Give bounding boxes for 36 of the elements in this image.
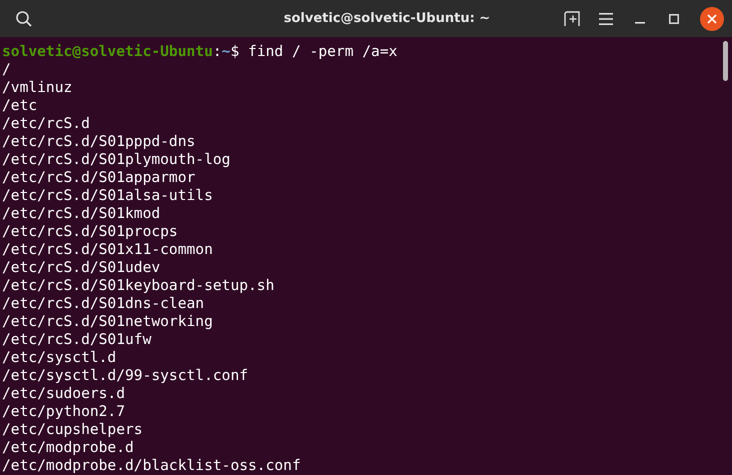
output-line: /vmlinuz: [2, 79, 74, 97]
maximize-icon: [669, 14, 679, 24]
output-line: /etc/sudoers.d: [2, 385, 126, 403]
minimize-icon: [635, 22, 645, 24]
close-icon: [707, 14, 717, 24]
output-line: /etc/rcS.d/S01alsa-utils: [2, 187, 214, 205]
new-tab-icon: [564, 10, 580, 26]
output-line: /etc/sysctl.d/99-sysctl.conf: [2, 367, 250, 385]
command-text: $ find / -perm /a=x: [230, 43, 398, 60]
prompt-user-host: solvetic@solvetic-Ubuntu: [2, 43, 213, 60]
output-line: /etc/rcS.d/S01pppd-dns: [2, 133, 196, 151]
prompt-directory: ~: [222, 43, 230, 60]
output-line: /etc/rcS.d/S01udev: [2, 259, 162, 277]
output-line: /etc/sysctl.d: [2, 349, 118, 367]
close-button[interactable]: [700, 6, 724, 30]
prompt-separator: :: [212, 43, 222, 60]
output-line: /etc/cupshelpers: [2, 421, 144, 439]
output-line: /: [2, 61, 12, 79]
output-line: /etc/rcS.d/S01procps: [2, 223, 179, 241]
menu-icon: [599, 12, 613, 24]
output-line: /etc/rcS.d/S01apparmor: [2, 169, 196, 187]
window-title: solvetic@solvetic-Ubuntu: ~: [284, 11, 490, 26]
output-line: /etc/rcS.d/S01plymouth-log: [2, 151, 232, 169]
search-icon: [15, 10, 33, 28]
output-line: /etc/rcS.d/S01dns-clean: [2, 295, 206, 313]
output-line: /etc/modprobe.d/blacklist-oss.conf: [2, 457, 302, 475]
output-line: /etc/rcS.d/S01x11-common: [2, 241, 214, 259]
scrollbar-thumb[interactable]: [723, 41, 728, 81]
output-line: /etc/rcS.d: [2, 115, 91, 133]
output-line: /etc/rcS.d/S01ufw: [2, 331, 152, 349]
output-line: /etc/modprobe.d: [2, 439, 135, 457]
output-line: /etc: [2, 97, 38, 115]
output-line: /etc/rcS.d/S01keyboard-setup.sh: [2, 277, 276, 295]
output-line: /etc/rcS.d/S01networking: [2, 313, 214, 331]
output-line: /etc/python2.7: [2, 403, 126, 421]
output-line: /etc/rcS.d/S01kmod: [2, 205, 162, 223]
